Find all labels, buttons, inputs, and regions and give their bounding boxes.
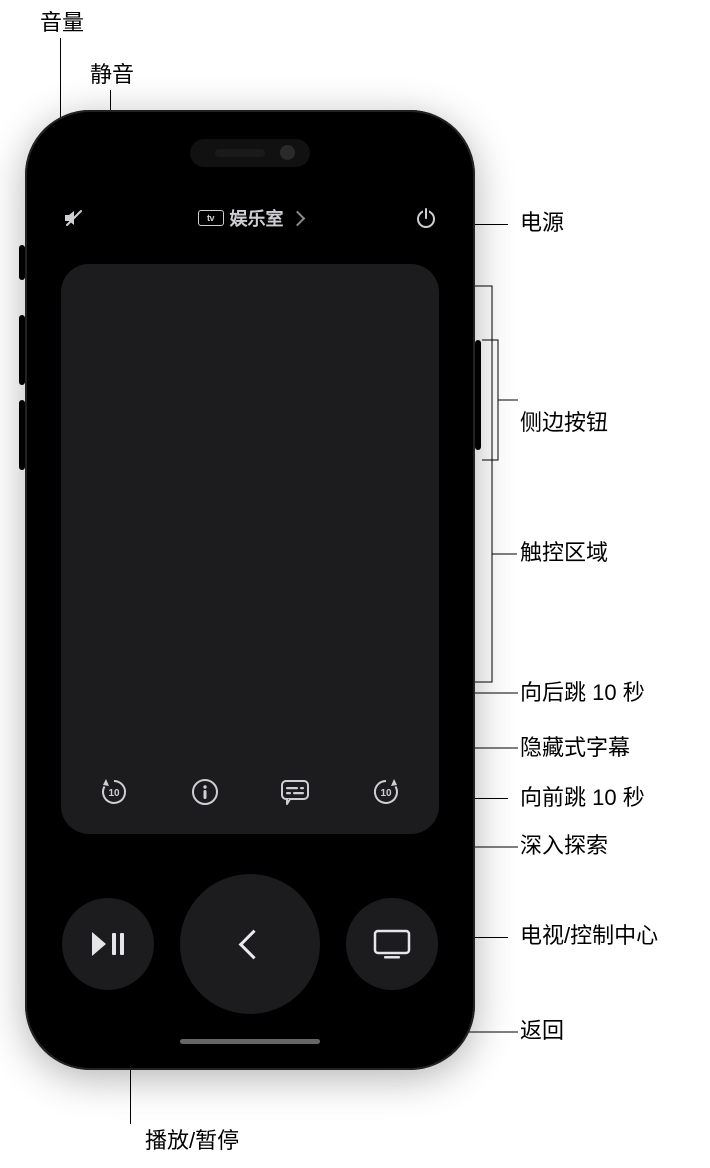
back-button[interactable] xyxy=(180,874,320,1014)
device-selector[interactable]: tv 娱乐室 xyxy=(198,205,303,231)
skip-back-10-button[interactable]: 10 xyxy=(92,770,136,814)
callout-back: 返回 xyxy=(520,1018,564,1044)
touch-pad-area[interactable]: 10 xyxy=(61,264,439,834)
mute-icon xyxy=(62,206,86,230)
iphone-frame: tv 娱乐室 xyxy=(25,110,475,1070)
callout-volume: 音量 xyxy=(40,10,84,36)
mute-button[interactable] xyxy=(59,203,89,233)
physical-mute-switch xyxy=(19,245,25,280)
callout-side-button: 侧边按钮 xyxy=(520,410,608,436)
callout-touch-area: 触控区域 xyxy=(520,540,608,566)
secondary-controls-row: 10 xyxy=(61,770,439,814)
svg-text:10: 10 xyxy=(109,788,121,799)
callout-tv-cc: 电视/控制中心 xyxy=(520,923,658,949)
power-icon xyxy=(414,206,438,230)
physical-side-button xyxy=(475,340,481,450)
chevron-right-icon xyxy=(289,210,305,226)
skip-forward-10-icon: 10 xyxy=(371,777,401,807)
primary-controls-row xyxy=(39,864,461,1024)
diagram-stage: 音量 静音 电源 侧边按钮 触控区域 向后跳 10 秒 隐藏式字幕 向前跳 10… xyxy=(0,0,710,1168)
play-pause-button[interactable] xyxy=(62,898,154,990)
remote-top-bar: tv 娱乐室 xyxy=(39,198,461,238)
phone-notch xyxy=(190,139,310,167)
info-button[interactable] xyxy=(183,770,227,814)
physical-volume-up xyxy=(19,315,25,385)
tv-control-center-button[interactable] xyxy=(346,898,438,990)
power-button[interactable] xyxy=(411,203,441,233)
callout-explore: 深入探索 xyxy=(520,833,608,859)
info-icon xyxy=(191,778,219,806)
callout-skip-fwd: 向前跳 10 秒 xyxy=(520,785,645,811)
appletv-logo-icon: tv xyxy=(198,210,224,226)
svg-text:10: 10 xyxy=(380,788,392,799)
tv-icon xyxy=(372,928,412,960)
physical-volume-down xyxy=(19,400,25,470)
captions-icon xyxy=(280,778,310,806)
callout-mute: 静音 xyxy=(90,62,134,88)
remote-app-screen: tv 娱乐室 xyxy=(39,124,461,1056)
callout-play-pause: 播放/暂停 xyxy=(145,1128,239,1154)
skip-forward-10-button[interactable]: 10 xyxy=(364,770,408,814)
skip-back-10-icon: 10 xyxy=(99,777,129,807)
play-pause-icon xyxy=(90,930,126,958)
captions-button[interactable] xyxy=(273,770,317,814)
callout-power: 电源 xyxy=(520,210,564,236)
callout-skip-back: 向后跳 10 秒 xyxy=(520,680,645,706)
back-icon xyxy=(238,929,268,959)
home-indicator xyxy=(180,1039,320,1044)
callout-captions: 隐藏式字幕 xyxy=(520,735,630,761)
device-name-label: 娱乐室 xyxy=(230,205,284,231)
